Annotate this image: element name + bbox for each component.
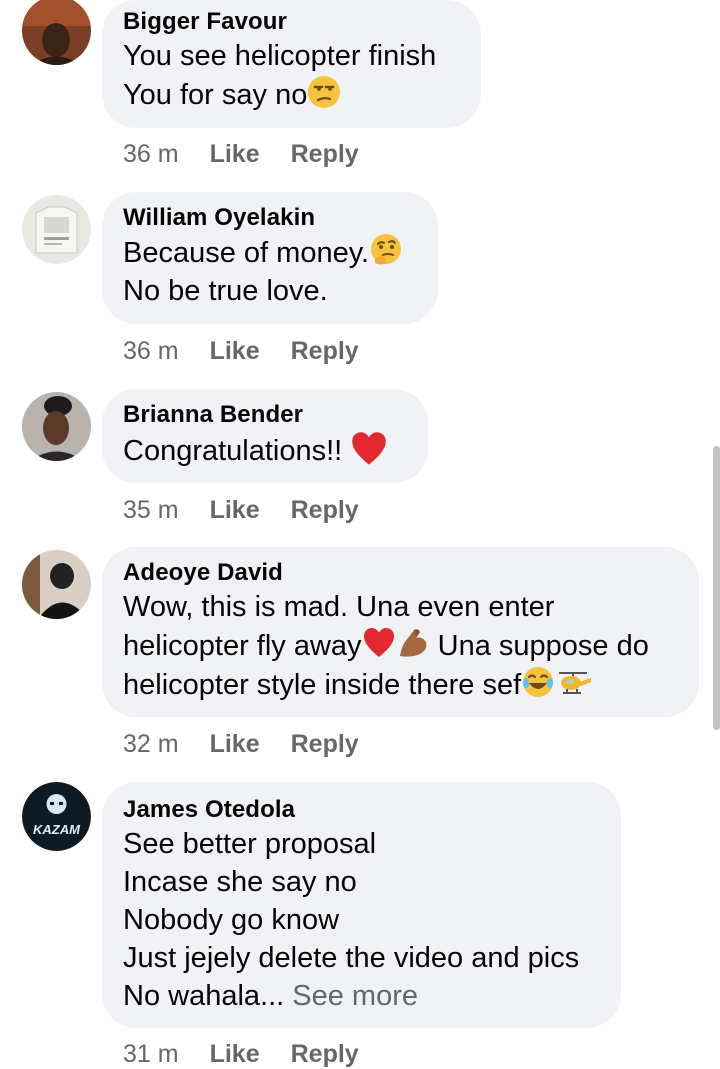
see-more-link[interactable]: See more	[292, 980, 418, 1012]
avatar[interactable]	[22, 392, 91, 461]
comment-time[interactable]: 36 m	[123, 140, 179, 168]
comment-text: helicopter fly away Una suppose do	[123, 626, 679, 665]
comment-actions: 36 m Like Reply	[123, 140, 390, 169]
comment-time[interactable]: 36 m	[123, 337, 179, 365]
comment-actions: 36 m Like Reply	[123, 337, 390, 366]
reply-button[interactable]: Reply	[291, 1040, 359, 1068]
tears-of-joy-icon	[521, 665, 555, 699]
comment-text: Incase she say no	[123, 866, 357, 898]
red-heart-icon	[362, 626, 396, 660]
comment-author[interactable]: James Otedola	[123, 795, 601, 825]
comment-text: Because of money.	[123, 233, 418, 272]
avatar-text: KAZAM	[33, 822, 81, 837]
avatar[interactable]	[22, 550, 91, 619]
comment-author[interactable]: Bigger Favour	[123, 7, 461, 37]
comment-text: Nobody go know	[123, 904, 340, 936]
comment-author[interactable]: Adeoye David	[123, 558, 679, 588]
like-button[interactable]: Like	[210, 730, 260, 758]
comment-time[interactable]: 35 m	[123, 496, 179, 524]
scrollbar[interactable]	[713, 446, 720, 730]
red-heart-icon	[350, 430, 388, 468]
comment-time[interactable]: 31 m	[123, 1040, 179, 1068]
comment-author[interactable]: William Oyelakin	[123, 203, 418, 233]
comment-text: helicopter style inside there sef	[123, 665, 679, 704]
like-button[interactable]: Like	[210, 1040, 260, 1068]
comment-author[interactable]: Brianna Bender	[123, 400, 408, 430]
comment-text: You see helicopter finish	[123, 40, 437, 72]
reply-button[interactable]: Reply	[291, 140, 359, 168]
comment-bubble: William Oyelakin Because of money. No be…	[102, 192, 438, 324]
comment-text: Wow, this is mad. Una even enter	[123, 591, 555, 623]
comment-actions: 31 m Like Reply	[123, 1040, 390, 1069]
avatar[interactable]	[22, 0, 91, 65]
like-button[interactable]: Like	[210, 337, 260, 365]
avatar[interactable]: KAZAM	[22, 782, 91, 851]
comment-bubble: Brianna Bender Congratulations!!	[102, 389, 428, 483]
comment-text: No wahala... See more	[123, 980, 418, 1012]
reply-button[interactable]: Reply	[291, 496, 359, 524]
avatar[interactable]	[22, 195, 91, 264]
comment-text: You for say no	[123, 75, 461, 114]
comment-bubble: Adeoye David Wow, this is mad. Una even …	[102, 547, 699, 717]
comment-time[interactable]: 32 m	[123, 730, 179, 758]
comment-text: Congratulations!!	[123, 430, 408, 470]
reply-button[interactable]: Reply	[291, 337, 359, 365]
helicopter-icon	[555, 665, 595, 699]
comment-text: See better proposal	[123, 828, 377, 860]
comment-actions: 32 m Like Reply	[123, 730, 390, 759]
comment-bubble: James Otedola See better proposal Incase…	[102, 782, 621, 1028]
like-button[interactable]: Like	[210, 140, 260, 168]
comment-actions: 35 m Like Reply	[123, 496, 390, 525]
comment-text: No be true love.	[123, 275, 328, 307]
flexed-biceps-icon	[396, 626, 430, 660]
thinking-face-icon	[369, 233, 403, 267]
like-button[interactable]: Like	[210, 496, 260, 524]
comment-bubble: Bigger Favour You see helicopter finish …	[102, 0, 481, 128]
unamused-face-icon	[307, 75, 341, 109]
comment-text: Just jejely delete the video and pics	[123, 942, 580, 974]
reply-button[interactable]: Reply	[291, 730, 359, 758]
